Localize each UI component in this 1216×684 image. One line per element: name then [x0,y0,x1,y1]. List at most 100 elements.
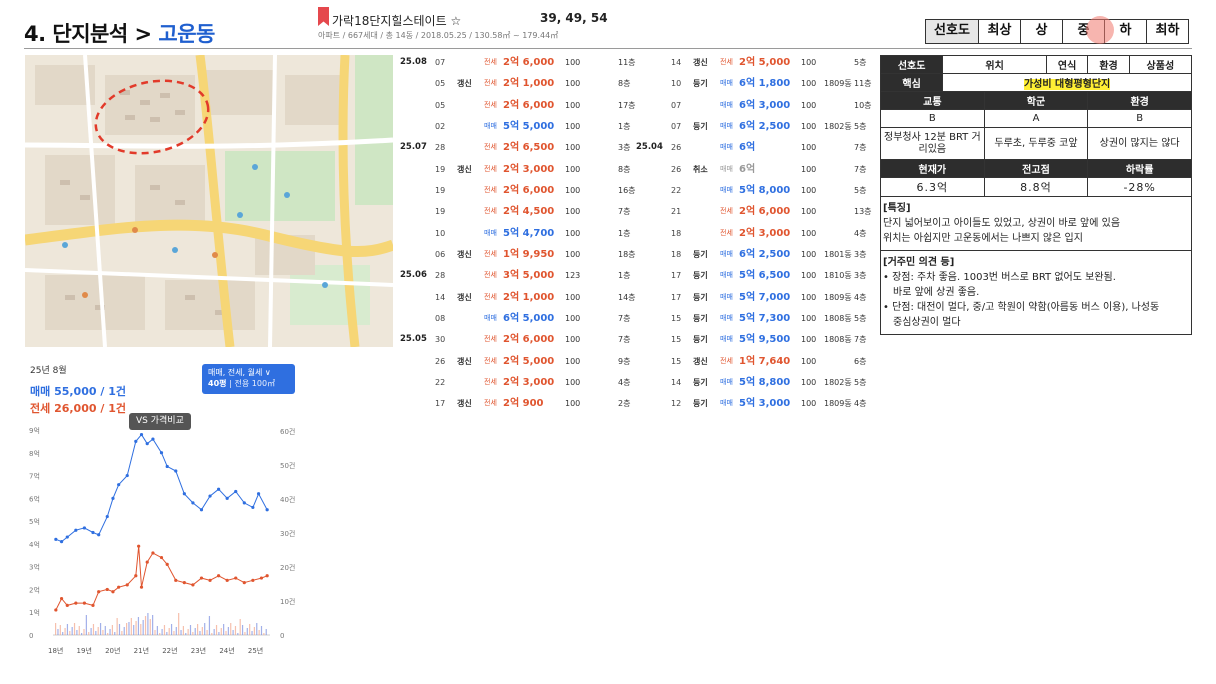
trade-row[interactable]: 02 매매 5억 5,000 100 1층 [400,116,640,137]
trade-tag: 등기 [693,377,708,387]
trade-row[interactable]: 10 등기 매매 6억 1,800 100 1809동 11층 [636,73,876,94]
trade-type: 전세 [720,228,733,237]
trade-row[interactable]: 10 매매 5억 4,700 100 1층 [400,223,640,244]
series-point [182,581,186,585]
trade-row[interactable]: 26 갱신 전세 2억 5,000 100 9층 [400,351,640,372]
vs-compare-button[interactable]: VS 가격비교 [129,413,191,430]
volume-bar [237,633,239,635]
title-location[interactable]: 고운동 [158,22,215,46]
series-point [105,587,109,592]
trade-tag: 갱신 [457,356,472,366]
complex-map[interactable] [25,55,393,347]
trade-dong: 1810동 [824,271,852,281]
trade-row[interactable]: 15 등기 매매 5억 9,500 100 1808동 7층 [636,329,876,350]
series-point [251,505,255,510]
trade-row[interactable]: 26 취소 매매 6억 100 7층 [636,159,876,180]
volume-bar [116,618,118,635]
volume-bar [225,631,227,635]
trade-area: 100 [565,100,581,110]
trade-tag: 취소 [693,164,708,174]
volume-bar [192,632,194,635]
trade-row[interactable]: 18 전세 2억 3,000 100 4층 [636,223,876,244]
trade-row[interactable]: 14 갱신 전세 2억 1,000 100 14층 [400,287,640,308]
volume-bar [149,619,151,635]
trade-area: 100 [565,356,581,366]
trade-row[interactable]: 25.06 28 전세 3억 5,000 123 1층 [400,265,640,286]
trade-type: 매매 [720,335,733,344]
grade-tab-best[interactable]: 최상 [978,20,1020,43]
volume-bar [204,623,206,635]
series-line [55,433,268,543]
trade-row[interactable]: 19 전세 2억 6,000 100 16층 [400,180,640,201]
grade-tab-high[interactable]: 상 [1020,20,1062,43]
trade-row[interactable]: 18 등기 매매 6억 2,500 100 1801동 3층 [636,244,876,265]
series-point [234,489,238,494]
trade-row[interactable]: 05 전세 2억 6,000 100 17층 [400,95,640,116]
trade-row[interactable]: 25.05 30 전세 2억 6,000 100 7층 [400,329,640,350]
volume-bar [168,628,170,635]
grade-tab-lowest[interactable]: 최하 [1146,20,1188,43]
trade-day: 15 [671,356,682,366]
trade-floor: 3층 [854,271,867,281]
trade-dong: 1802동 [824,121,852,131]
trade-row[interactable]: 25.04 26 매매 6억 100 7층 [636,137,876,158]
header-product: 상품성 [1128,55,1193,74]
series-point [265,508,269,512]
trade-day: 19 [435,185,446,195]
y-tick-left: 8억 [29,450,40,458]
trade-row[interactable]: 08 매매 6억 5,000 100 7층 [400,308,640,329]
volume-bar [159,633,161,635]
current-price: 6.3억 [880,177,985,197]
trade-year-month: 25.08 [400,57,427,67]
grade-tab-mid[interactable]: 중 [1062,16,1114,44]
trade-row[interactable]: 21 전세 2억 6,000 100 13층 [636,201,876,222]
trade-row[interactable]: 25.08 07 전세 2억 6,000 100 11층 [400,52,640,73]
series-point [265,574,269,578]
trade-day: 26 [671,164,682,174]
trade-row[interactable]: 19 갱신 전세 2억 3,000 100 8층 [400,159,640,180]
volume-bar [92,624,95,635]
trade-row[interactable]: 15 갱신 전세 1억 7,640 100 6층 [636,351,876,372]
trade-row[interactable]: 07 매매 6억 3,000 100 10층 [636,95,876,116]
bookmark-icon[interactable] [318,7,329,26]
apartment-meta: 아파트 / 667세대 / 총 14동 / 2018.05.25 / 130.5… [318,31,559,40]
trade-row[interactable]: 25.07 28 전세 2억 6,500 100 3층 [400,137,640,158]
trade-row[interactable]: 19 전세 2억 4,500 100 7층 [400,201,640,222]
trade-tag: 갱신 [693,58,708,67]
series-point [151,551,155,555]
series-point [217,574,221,578]
apartment-name[interactable]: 가락18단지힐스테이트 ☆ [332,12,461,29]
trade-row[interactable]: 14 등기 매매 5억 8,800 100 1802동 5층 [636,372,876,393]
series-point [137,544,141,548]
trade-day: 07 [671,100,682,110]
trade-day: 14 [671,58,682,67]
series-point [225,578,229,582]
grade-tab-preference[interactable]: 선호도 [926,20,978,43]
trade-row[interactable]: 14 갱신 전세 2억 5,000 100 5층 [636,52,876,73]
series-point [111,496,115,500]
x-tick: 25년 [248,646,263,655]
y-tick-right: 30건 [280,529,295,538]
trade-row[interactable]: 22 매매 5억 8,000 100 5층 [636,180,876,201]
trade-row[interactable]: 07 등기 매매 6억 2,500 100 1802동 5층 [636,116,876,137]
trade-row[interactable]: 06 갱신 전세 1억 9,950 100 18층 [400,244,640,265]
trade-row[interactable]: 17 등기 매매 5억 7,000 100 1809동 4층 [636,287,876,308]
trade-row[interactable]: 15 등기 매매 5억 7,300 100 1808동 5층 [636,308,876,329]
trade-area: 100 [801,377,817,387]
trade-floor: 7층 [854,143,867,153]
series-point [65,603,69,607]
trade-price: 5억 8,800 [739,376,791,388]
trade-row[interactable]: 17 갱신 전세 2억 900 100 2층 [400,393,640,414]
trade-price: 5억 4,700 [503,227,555,239]
trade-row[interactable]: 17 등기 매매 5억 6,500 100 1810동 3층 [636,265,876,286]
series-point [242,581,246,585]
trade-price: 2억 5,000 [739,57,791,68]
trade-area: 100 [801,58,817,67]
trade-row[interactable]: 05 갱신 전세 2억 1,000 100 8층 [400,73,640,94]
trade-row[interactable]: 12 등기 매매 5억 3,000 100 1809동 4층 [636,393,876,414]
trade-area: 100 [565,143,581,153]
trade-area: 100 [801,185,817,195]
series-point [234,576,238,580]
trade-area: 100 [565,185,581,195]
trade-row[interactable]: 22 전세 2억 3,000 100 4층 [400,372,640,393]
